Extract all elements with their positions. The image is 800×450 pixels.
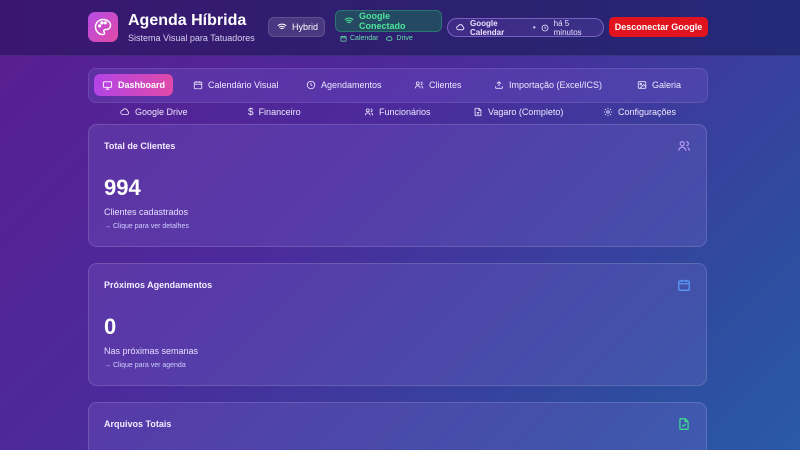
calendar-icon: [677, 278, 691, 292]
card-link[interactable]: → Clique para ver detalhes: [104, 223, 189, 230]
image-icon: [637, 80, 647, 90]
calendar-service: Calendar: [340, 35, 378, 42]
tab-google-drive[interactable]: Google Drive: [112, 101, 196, 123]
card-value: 994: [104, 175, 141, 200]
google-status-label: Google Conectado: [359, 11, 406, 31]
top-header: Agenda Híbrida Sistema Visual para Tatua…: [0, 0, 800, 56]
upload-icon: [494, 80, 504, 90]
arquivos-totais-card[interactable]: Arquivos Totais: [88, 402, 707, 450]
hybrid-label: Hybrid: [292, 22, 319, 32]
users-icon: [364, 107, 374, 117]
app-subtitle: Sistema Visual para Tatuadores: [128, 33, 255, 43]
card-description: Clientes cadastrados: [104, 207, 189, 217]
main-nav-panel: [88, 68, 708, 103]
calendar-sync-badge[interactable]: Google Calendar • há 5 minutos: [447, 18, 604, 37]
total-clientes-card[interactable]: Total de Clientes 994 Clientes cadastrad…: [88, 124, 707, 247]
dollar-icon: $: [248, 106, 254, 118]
card-description: Nas próximas semanas: [104, 346, 199, 356]
users-icon: [677, 139, 691, 153]
app-title: Agenda Híbrida: [128, 12, 247, 29]
drive-service: Drive: [386, 35, 413, 42]
gear-icon: [603, 107, 613, 117]
sync-time: há 5 minutos: [553, 18, 582, 37]
card-title: Total de Clientes: [104, 141, 176, 151]
monitor-icon: [102, 80, 113, 91]
clock-icon: [306, 80, 316, 90]
tab-agendamentos[interactable]: Agendamentos: [298, 74, 390, 96]
tab-configuracoes[interactable]: Configurações: [595, 101, 684, 123]
calendar-icon: [193, 80, 203, 90]
tab-galeria[interactable]: Galeria: [629, 74, 689, 96]
card-link[interactable]: → Clique para ver agenda: [104, 362, 186, 369]
cloud-icon: [120, 107, 130, 117]
hybrid-mode-badge[interactable]: Hybrid: [268, 17, 325, 37]
cloud-icon: [456, 23, 465, 32]
tab-clientes[interactable]: Clientes: [406, 74, 470, 96]
card-value: 0: [104, 314, 117, 339]
tab-dashboard[interactable]: Dashboard: [94, 74, 174, 96]
file-check-icon: [677, 417, 691, 431]
palette-logo-icon: [88, 12, 118, 42]
tab-vagaro[interactable]: Vagaro (Completo): [465, 101, 571, 123]
calendar-sync-label: Google Calendar: [470, 18, 505, 37]
proximos-agendamentos-card[interactable]: Próximos Agendamentos 0 Nas próximas sem…: [88, 263, 707, 386]
tab-calendario-visual[interactable]: Calendário Visual: [185, 74, 286, 96]
tab-importacao[interactable]: Importação (Excel/ICS): [486, 74, 610, 96]
google-connected-badge[interactable]: Google Conectado: [335, 10, 442, 32]
wifi-icon: [277, 22, 287, 32]
separator: •: [532, 23, 536, 32]
card-title: Próximos Agendamentos: [104, 280, 213, 290]
file-icon: [473, 107, 483, 117]
clock-icon: [541, 24, 549, 32]
users-icon: [414, 80, 424, 90]
tab-financeiro[interactable]: $ Financeiro: [240, 101, 309, 123]
wifi-icon: [344, 16, 354, 26]
tab-funcionarios[interactable]: Funcionários: [356, 101, 439, 123]
disconnect-google-button[interactable]: Desconectar Google: [609, 17, 708, 37]
card-title: Arquivos Totais: [104, 419, 172, 429]
google-services-links: Calendar Drive: [340, 35, 413, 42]
